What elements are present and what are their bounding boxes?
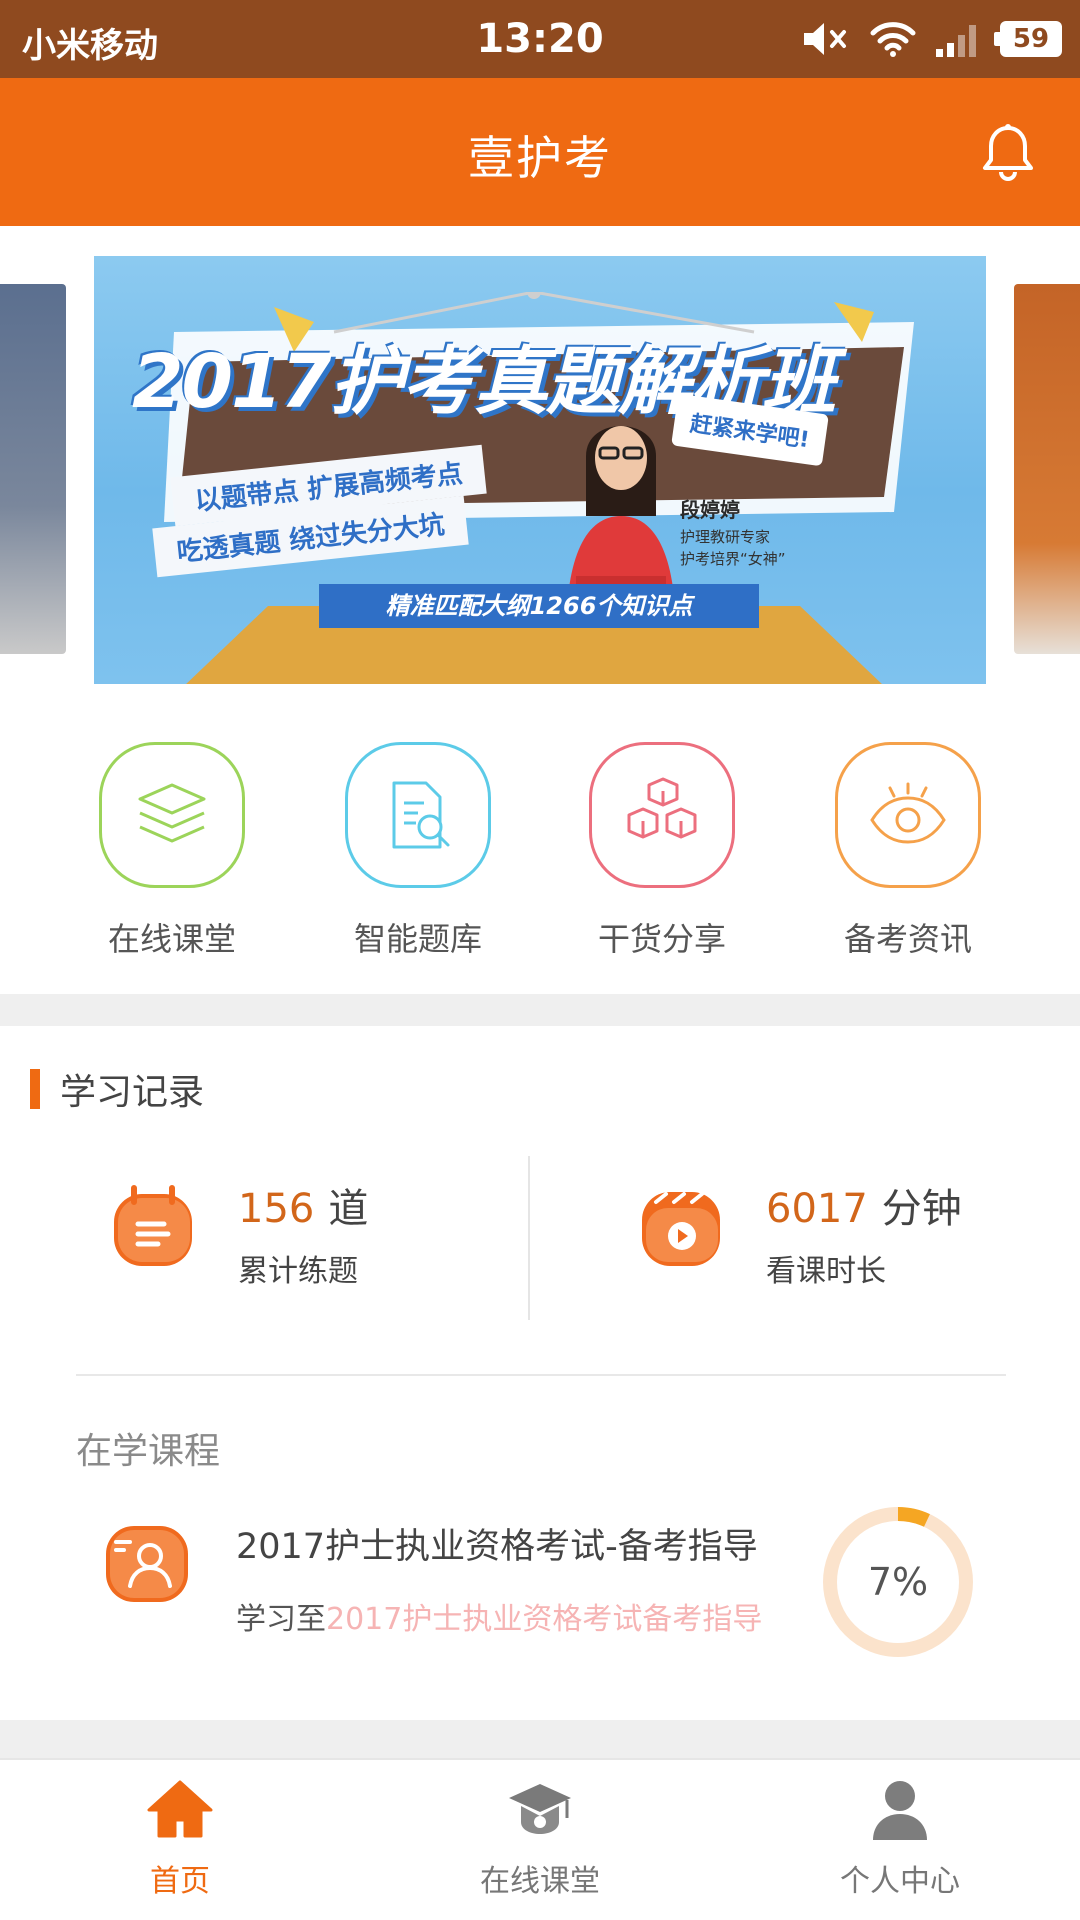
- teacher-title-2: 护考培界“女神”: [680, 550, 786, 568]
- category-exam-news[interactable]: 备考资讯: [808, 742, 1008, 960]
- bottom-navigation: 首页 在线课堂 个人中心: [0, 1758, 1080, 1920]
- watch-value: 6017: [766, 1186, 868, 1232]
- banner-stage-label: 精准匹配大纲1266个知识点: [319, 584, 759, 628]
- watch-time: 6017 分钟: [766, 1176, 962, 1234]
- course-user-icon: [106, 1526, 188, 1602]
- status-icons: 59: [802, 16, 1062, 62]
- nav-online-class-label: 在线课堂: [480, 1864, 600, 1899]
- category-label: 备考资讯: [843, 920, 972, 958]
- banner-next-card[interactable]: [1014, 284, 1080, 654]
- category-question-bank[interactable]: 智能题库: [318, 742, 518, 960]
- category-label: 智能题库: [353, 920, 482, 958]
- nav-profile-label: 个人中心: [840, 1864, 960, 1899]
- course-progress-percent: 7%: [867, 1560, 929, 1604]
- course-progress-text[interactable]: 学习至2017护士执业资格考试备考指导: [236, 1594, 762, 1638]
- layers-icon: [99, 742, 245, 888]
- graduation-cap-icon: [509, 1784, 571, 1834]
- boxes-icon: [589, 742, 735, 888]
- watch-label: 看课时长: [766, 1254, 886, 1289]
- status-bar: 小米移动 13:20 59: [0, 0, 1080, 78]
- practice-label: 累计练题: [238, 1254, 358, 1289]
- teacher-name: 段婷婷: [680, 498, 740, 522]
- course-progress-prefix: 学习至: [236, 1602, 326, 1637]
- study-record-card: 学习记录 156 道 累计练题 6017 分钟 看课时长 在学课程 2017护士…: [0, 1026, 1080, 1720]
- category-online-class[interactable]: 在线课堂: [72, 742, 272, 960]
- bell-icon[interactable]: [980, 122, 1036, 182]
- category-label: 在线课堂: [107, 920, 236, 958]
- nav-profile[interactable]: 个人中心: [780, 1774, 1020, 1900]
- banner-slide[interactable]: 2017护考真题解析班 以题带点 扩展高频考点 吃透真题 绕过失分大坑 赶紧来学…: [94, 256, 986, 684]
- mute-icon: [804, 23, 846, 55]
- calendar-list-icon: [114, 1185, 192, 1266]
- app-screen: 小米移动 13:20 59 壹护考 2017护考真题解析班 以题带点 扩展高频考…: [0, 0, 1080, 1920]
- video-play-icon: [642, 1192, 720, 1266]
- nav-home-label: 首页: [150, 1864, 210, 1899]
- practice-value: 156: [238, 1186, 315, 1232]
- battery-level: 59: [1012, 24, 1050, 54]
- section-title: 学习记录: [60, 1072, 205, 1113]
- user-icon: [873, 1781, 927, 1840]
- section-divider: [76, 1374, 1006, 1376]
- category-grid: 在线课堂 智能题库 干货分享 备考资讯: [0, 712, 1080, 994]
- banner-prev-card[interactable]: [0, 284, 66, 654]
- nav-home[interactable]: 首页: [60, 1774, 300, 1900]
- battery-icon: 59: [994, 21, 1062, 57]
- course-name[interactable]: 2017护士执业资格考试-备考指导: [236, 1518, 758, 1569]
- nav-online-class[interactable]: 在线课堂: [420, 1774, 660, 1900]
- watch-unit: 分钟: [881, 1186, 962, 1232]
- eye-icon: [835, 742, 981, 888]
- category-label: 干货分享: [597, 920, 726, 958]
- practice-count: 156 道: [238, 1176, 368, 1234]
- section-header: 学习记录: [30, 1066, 205, 1113]
- signal-icon: [936, 25, 976, 57]
- document-search-icon: [345, 742, 491, 888]
- current-courses-title: 在学课程: [76, 1431, 221, 1472]
- page-title: 壹护考: [468, 131, 612, 185]
- practice-unit: 道: [328, 1186, 369, 1232]
- section-accent-bar: [30, 1069, 40, 1109]
- app-header: 壹护考: [0, 78, 1080, 226]
- banner-carousel[interactable]: 2017护考真题解析班 以题带点 扩展高频考点 吃透真题 绕过失分大坑 赶紧来学…: [0, 226, 1080, 712]
- stat-divider: [528, 1156, 530, 1320]
- wifi-icon: [870, 22, 916, 57]
- teacher-title-1: 护理教研专家: [680, 528, 771, 546]
- home-icon: [147, 1780, 213, 1838]
- course-progress-lesson: 2017护士执业资格考试备考指导: [326, 1602, 763, 1637]
- category-dry-goods[interactable]: 干货分享: [562, 742, 762, 960]
